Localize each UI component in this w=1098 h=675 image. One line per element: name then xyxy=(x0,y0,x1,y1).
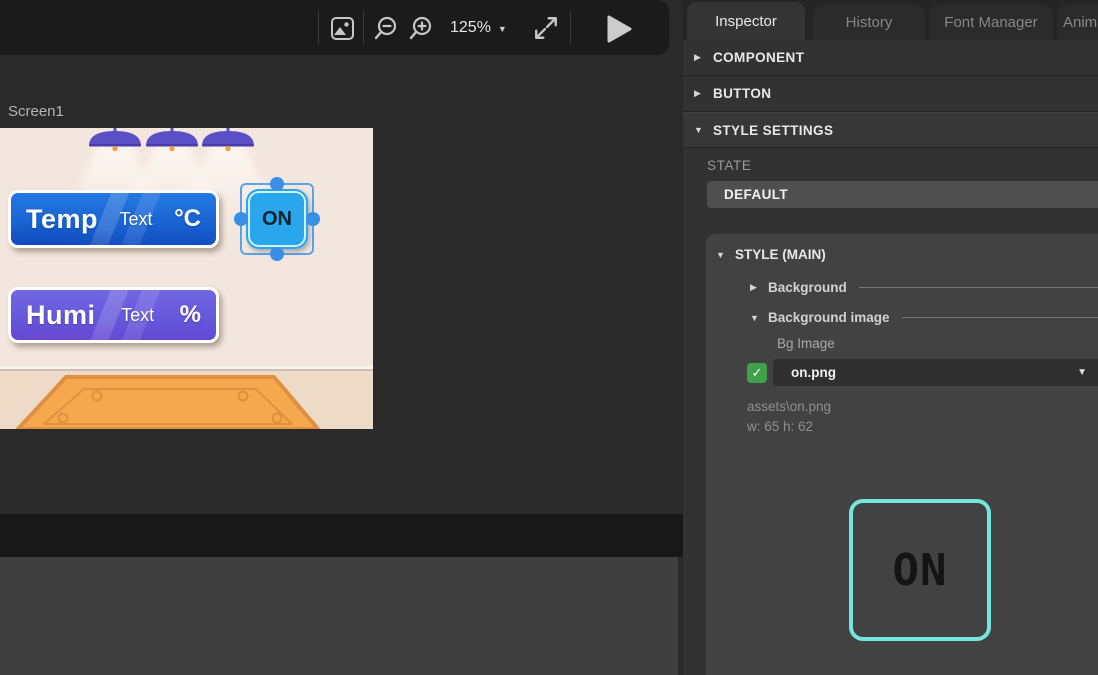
inspector-panel: Inspector History Font Manager Anim ▶ CO… xyxy=(683,0,1098,675)
state-dropdown[interactable]: DEFAULT xyxy=(707,181,1098,208)
image-tool-button[interactable] xyxy=(327,13,357,43)
toolbar-separator xyxy=(318,11,319,44)
app: 125% ▼ Screen1 xyxy=(0,0,1098,675)
selection-handle-top[interactable] xyxy=(270,177,284,191)
play-button[interactable] xyxy=(604,14,634,44)
style-main-panel: ▼ STYLE (MAIN) ▶ Background ▼ Background… xyxy=(706,234,1098,675)
chevron-down-icon: ▼ xyxy=(716,250,727,260)
tab-font-manager[interactable]: Font Manager xyxy=(929,5,1053,40)
fit-screen-button[interactable] xyxy=(531,13,561,43)
state-label: STATE xyxy=(707,158,1098,173)
panel-divider-strip xyxy=(0,514,683,557)
chevron-right-icon: ▶ xyxy=(694,52,705,63)
zoom-level-label: 125% xyxy=(450,19,491,37)
zoom-level-dropdown[interactable]: 125% ▼ xyxy=(450,0,507,55)
temp-widget-label: Temp xyxy=(26,204,98,235)
section-button[interactable]: ▶ BUTTON xyxy=(683,76,1098,112)
asset-preview-image: ON xyxy=(849,499,991,641)
humi-widget-unit: % xyxy=(180,301,201,329)
zoom-in-icon xyxy=(408,15,434,41)
table xyxy=(18,377,318,429)
state-dropdown-value: DEFAULT xyxy=(724,187,788,202)
play-icon xyxy=(606,15,632,43)
style-main-header[interactable]: ▼ STYLE (MAIN) xyxy=(706,234,1098,262)
humi-widget-value: Text xyxy=(121,305,154,326)
rule-line xyxy=(902,317,1098,318)
section-button-label: BUTTON xyxy=(713,86,771,101)
chevron-down-icon: ▼ xyxy=(694,125,705,135)
bg-image-dropdown[interactable]: on.png ▼ xyxy=(773,359,1098,386)
bg-image-control-row: ✓ on.png ▼ xyxy=(747,359,1098,386)
temp-widget-value: Text xyxy=(120,209,153,230)
on-button-widget[interactable]: ON xyxy=(246,189,308,249)
fit-screen-icon xyxy=(533,15,559,41)
section-component-label: COMPONENT xyxy=(713,50,804,65)
asset-path-label: assets\on.png xyxy=(747,399,1098,414)
style-main-title: STYLE (MAIN) xyxy=(735,247,826,262)
inspector-tab-bar: Inspector History Font Manager Anim xyxy=(683,0,1098,40)
tab-animations[interactable]: Anim xyxy=(1057,5,1098,40)
bg-image-dropdown-value: on.png xyxy=(791,365,836,380)
toolbar-separator xyxy=(363,11,364,44)
asset-preview-text: ON xyxy=(893,545,948,596)
selection-handle-bottom[interactable] xyxy=(270,247,284,261)
background-row-label: Background xyxy=(768,280,847,295)
selection-handle-right[interactable] xyxy=(306,212,320,226)
chevron-right-icon: ▶ xyxy=(694,88,705,99)
design-canvas[interactable]: Temp Text °C Humi Text % ON xyxy=(0,128,373,429)
on-button-label: ON xyxy=(262,208,292,231)
toolbar-separator xyxy=(570,11,571,44)
bg-image-enabled-checkbox[interactable]: ✓ xyxy=(747,363,767,383)
image-icon xyxy=(330,16,355,41)
caret-down-icon: ▼ xyxy=(1077,367,1087,378)
section-component[interactable]: ▶ COMPONENT xyxy=(683,40,1098,76)
background-image-row[interactable]: ▼ Background image xyxy=(750,310,1098,325)
zoom-out-button[interactable] xyxy=(371,13,401,43)
background-image-row-label: Background image xyxy=(768,310,890,325)
temp-widget[interactable]: Temp Text °C xyxy=(8,190,219,248)
section-style-settings[interactable]: ▼ STYLE SETTINGS xyxy=(683,112,1098,148)
background-row[interactable]: ▶ Background xyxy=(750,280,1098,295)
zoom-in-button[interactable] xyxy=(406,13,436,43)
chevron-down-icon: ▼ xyxy=(750,313,761,323)
caret-down-icon: ▼ xyxy=(498,22,507,34)
asset-dimensions-label: w: 65 h: 62 xyxy=(747,419,1098,434)
toolbar: 125% ▼ xyxy=(0,0,669,55)
section-style-settings-label: STYLE SETTINGS xyxy=(713,123,833,138)
humi-widget[interactable]: Humi Text % xyxy=(8,287,219,343)
state-block: STATE DEFAULT xyxy=(707,158,1098,208)
zoom-out-icon xyxy=(373,15,399,41)
bg-image-field-label: Bg Image xyxy=(777,336,1098,351)
screen-background-art xyxy=(0,128,373,429)
temp-widget-unit: °C xyxy=(174,205,201,233)
check-icon: ✓ xyxy=(752,365,763,381)
chevron-right-icon: ▶ xyxy=(750,282,761,293)
tab-history[interactable]: History xyxy=(813,5,925,40)
selection-outline: ON xyxy=(240,183,314,255)
screen-name-label[interactable]: Screen1 xyxy=(8,103,64,120)
rule-line xyxy=(859,287,1098,288)
tab-inspector[interactable]: Inspector xyxy=(687,2,805,40)
bottom-panel xyxy=(0,557,678,675)
selection-handle-left[interactable] xyxy=(234,212,248,226)
humi-widget-label: Humi xyxy=(26,300,96,331)
